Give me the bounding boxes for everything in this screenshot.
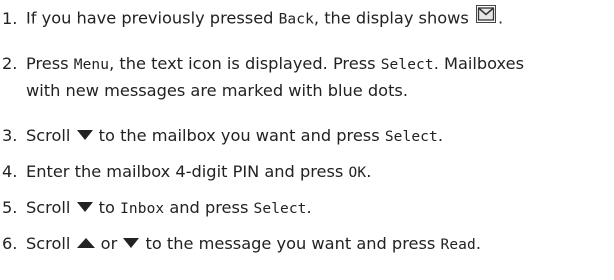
step-text: . Mailboxes [433, 54, 525, 73]
read-key-label: Read [440, 237, 476, 253]
step-text: Scroll [26, 126, 76, 145]
scroll-down-icon [123, 238, 140, 248]
step-text: . [306, 198, 312, 217]
back-key-label: Back [278, 11, 314, 28]
step-3: 3. Scroll to the mailbox you want and pre… [0, 123, 614, 150]
step-text: Scroll [26, 234, 76, 253]
select-key-label: Select [253, 201, 307, 217]
select-key-label: Select [380, 57, 434, 73]
step-text: . [437, 126, 443, 145]
envelope-icon [475, 5, 496, 30]
scroll-down-icon [76, 202, 93, 212]
step-4: 4. Enter the mailbox 4-digit PIN and pres… [0, 159, 614, 186]
step-text: Press [26, 54, 74, 73]
step-6: 6. Scroll or to the message you want and … [0, 231, 614, 258]
inbox-label: Inbox [120, 201, 165, 217]
step-text: , the text icon is displayed. Press [109, 54, 381, 73]
step-text: If you have previously pressed [26, 8, 279, 28]
ok-key-label: OK [348, 165, 367, 181]
step-1: 1. If you have previously pressed Back, t… [0, 5, 614, 33]
menu-key-label: Menu [73, 57, 110, 73]
scroll-up-icon [76, 238, 95, 248]
step-number: 3. [2, 126, 18, 145]
step-text-continued: with new messages are marked with blue d… [26, 81, 408, 100]
step-number: 4. [2, 162, 18, 181]
step-text: . [497, 8, 504, 28]
step-number: 6. [2, 234, 18, 253]
step-number: 1. [2, 8, 18, 28]
step-text: and press [164, 198, 254, 217]
step-text: to the message you want and press [140, 234, 441, 253]
select-key-label: Select [384, 129, 438, 145]
step-5: 5. Scroll to Inbox and press Select. [0, 195, 614, 222]
step-2: 2. Press Menu, the text icon is displayed… [0, 51, 614, 103]
step-text: Scroll [26, 198, 76, 217]
step-text: . [366, 162, 372, 181]
step-number: 2. [2, 54, 18, 73]
step-text: Enter the mailbox 4-digit PIN and press [26, 162, 349, 181]
step-text: , the display shows [313, 8, 474, 28]
step-text: to [93, 198, 121, 217]
step-text: . [475, 234, 481, 253]
step-number: 5. [2, 198, 18, 217]
scroll-down-icon [76, 130, 93, 140]
step-text: or [95, 234, 123, 253]
step-text: to the mailbox you want and press [93, 126, 385, 145]
